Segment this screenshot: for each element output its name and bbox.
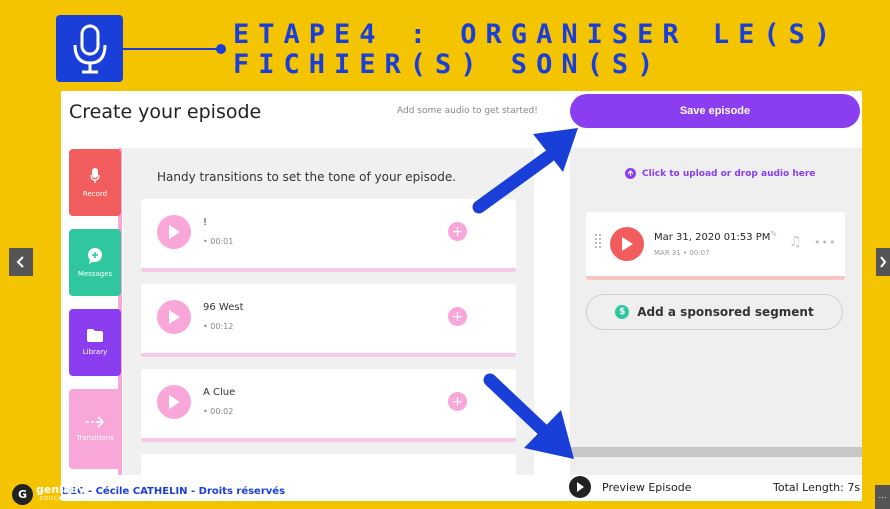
- sidebar-item-label: Transitions: [76, 434, 114, 442]
- page-title: ETAPE4 : ORGANISER LE(S) FICHIER(S) SON(…: [233, 19, 865, 80]
- transition-duration: • 00:12: [203, 322, 234, 331]
- segment-meta: MAR 31 • 00:07: [654, 249, 710, 257]
- save-episode-button[interactable]: Save episode: [570, 94, 860, 128]
- play-icon: [622, 237, 633, 251]
- total-length: Total Length: 7s: [773, 481, 861, 494]
- transition-arrow-icon: [86, 416, 105, 428]
- play-icon: [169, 395, 180, 409]
- transitions-heading: Handy transitions to set the tone of you…: [157, 170, 457, 184]
- sidebar-item-label: Messages: [77, 269, 113, 278]
- upload-audio-link[interactable]: Click to upload or drop audio here: [625, 168, 815, 179]
- sponsor-label: Add a sponsored segment: [637, 305, 814, 319]
- drag-handle-icon[interactable]: [594, 232, 602, 256]
- editor-hint: Add some audio to get started!: [397, 106, 538, 116]
- sidebar-item-label: Library: [82, 348, 108, 356]
- segment-title: Mar 31, 2020 01:53 PM: [654, 232, 771, 243]
- brand-name: genially: [36, 483, 86, 496]
- chevron-left-icon: [16, 256, 24, 268]
- episode-editor: Create your episode Add some audio to ge…: [61, 91, 862, 501]
- upload-icon: [625, 168, 636, 179]
- add-sponsored-segment-button[interactable]: $ Add a sponsored segment: [586, 294, 843, 330]
- sidebar-item-transitions[interactable]: Transitions: [69, 389, 121, 469]
- folder-icon: [87, 329, 103, 342]
- transition-name: A Clue: [203, 387, 236, 398]
- play-button[interactable]: [157, 215, 191, 249]
- sidebar-item-record[interactable]: Record: [69, 149, 121, 216]
- sidebar-item-library[interactable]: Library: [69, 309, 121, 376]
- sidebar-item-messages[interactable]: Messages: [69, 229, 121, 296]
- title-connector-dot: [216, 44, 226, 54]
- add-transition-button[interactable]: +: [448, 222, 467, 241]
- play-icon: [169, 310, 180, 324]
- more-icon[interactable]: ⋯: [875, 485, 890, 509]
- play-icon: [169, 225, 180, 239]
- transition-duration: • 00:02: [203, 407, 234, 416]
- transition-item[interactable]: 96 West • 00:12 +: [141, 284, 516, 357]
- play-button[interactable]: [610, 227, 644, 261]
- editor-title: Create your episode: [69, 101, 262, 123]
- microphone-icon: [90, 167, 100, 183]
- add-transition-button[interactable]: +: [448, 392, 467, 411]
- music-note-icon[interactable]: ♫: [789, 234, 802, 250]
- preview-episode-button[interactable]: Preview Episode: [569, 476, 692, 498]
- transition-item[interactable]: ! • 00:01 +: [141, 199, 516, 272]
- sidebar-item-label: Record: [82, 189, 108, 198]
- timeline-scrollbar[interactable]: [570, 447, 862, 457]
- transition-item[interactable]: A Clue • 00:02 +: [141, 369, 516, 442]
- chevron-right-icon: [880, 256, 887, 268]
- transition-name: 96 West: [203, 302, 244, 313]
- play-button[interactable]: [157, 300, 191, 334]
- edit-pencil-icon[interactable]: ✎: [770, 230, 778, 240]
- more-options-icon[interactable]: •••: [814, 236, 836, 249]
- message-plus-icon: [88, 247, 102, 264]
- credit-text: DEC - Cécile CATHELIN - Droits réservés: [62, 486, 286, 497]
- play-icon: [569, 476, 591, 498]
- dollar-icon: $: [615, 305, 630, 319]
- brand-sub: EDUCATION: [40, 496, 79, 502]
- title-connector-line: [123, 48, 220, 50]
- add-transition-button[interactable]: +: [448, 307, 467, 326]
- column-divider: [534, 148, 570, 501]
- previous-slide-button[interactable]: [9, 248, 33, 276]
- genially-logo-icon[interactable]: G: [12, 484, 33, 505]
- preview-label: Preview Episode: [602, 480, 692, 494]
- transitions-list: Handy transitions to set the tone of you…: [123, 148, 534, 501]
- upload-label: Click to upload or drop audio here: [642, 168, 816, 179]
- next-slide-button[interactable]: [876, 248, 890, 276]
- episode-segment[interactable]: Mar 31, 2020 01:53 PM MAR 31 • 00:07 ✎ ♫…: [586, 212, 845, 280]
- transition-name: !: [203, 217, 208, 228]
- episode-timeline: Click to upload or drop audio here Mar 3…: [570, 148, 862, 501]
- microphone-icon: [56, 15, 123, 82]
- transition-duration: • 00:01: [203, 237, 234, 246]
- play-button[interactable]: [157, 385, 191, 419]
